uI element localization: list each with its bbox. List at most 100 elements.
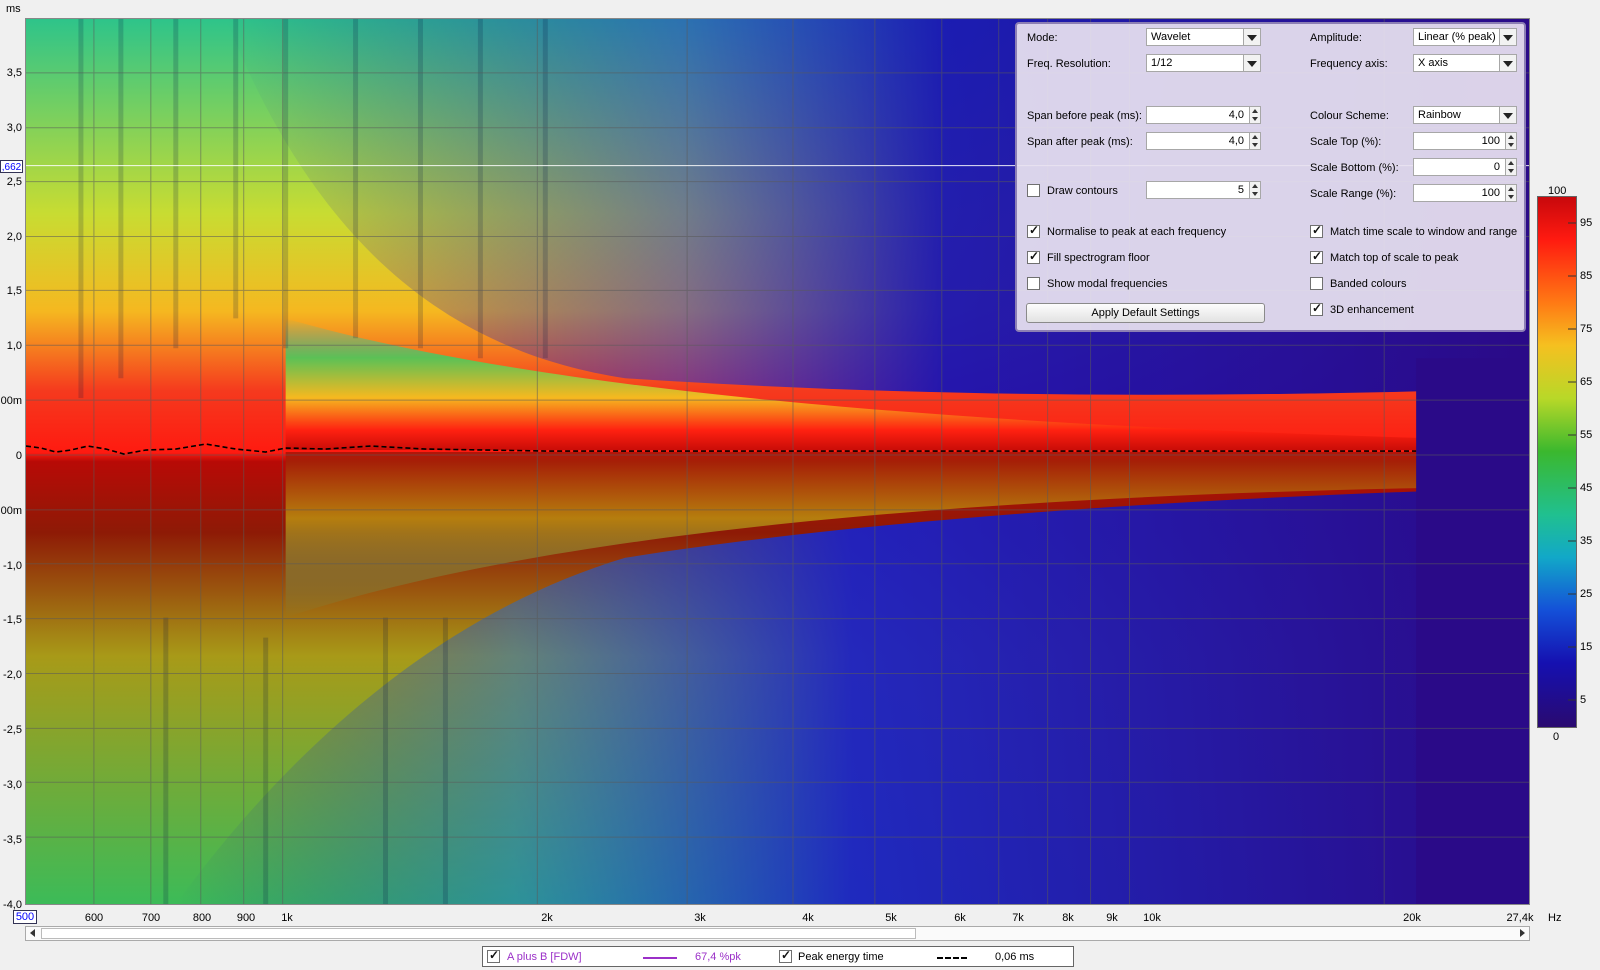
draw-contours-label: Draw contours	[1047, 185, 1118, 197]
span-after-input[interactable]: 4,0	[1146, 132, 1261, 150]
colorbar-tick: 25	[1580, 588, 1593, 600]
enhancement-checkbox[interactable]	[1310, 301, 1323, 316]
x-start-input[interactable]: 500	[13, 910, 37, 924]
y-unit-label: ms	[6, 3, 21, 15]
spinner-icon[interactable]	[1505, 185, 1516, 201]
colorbar-tick: 45	[1580, 482, 1593, 494]
scale-top-input[interactable]: 100	[1413, 132, 1517, 150]
x-tick-label: 600	[84, 912, 104, 924]
colorbar-tick: 65	[1580, 376, 1593, 388]
scrollbar-thumb[interactable]	[41, 928, 916, 939]
match-top-label: Match top of scale to peak	[1330, 252, 1459, 264]
freq-resolution-label: Freq. Resolution:	[1027, 58, 1111, 70]
colour-scheme-select[interactable]: Rainbow	[1413, 106, 1517, 124]
colorbar-tick: 75	[1580, 323, 1593, 335]
y-tick-label: 3,0	[6, 122, 22, 134]
modal-frequencies-checkbox[interactable]	[1027, 277, 1040, 290]
y-tick-label: -2,0	[3, 669, 22, 681]
colorbar-tick: 5	[1580, 694, 1587, 706]
colorbar-bottom-label: 0	[1553, 731, 1560, 743]
freq-resolution-select[interactable]: 1/12	[1146, 54, 1261, 72]
spinner-icon[interactable]	[1249, 107, 1260, 123]
chevron-down-icon[interactable]	[1243, 55, 1260, 71]
draw-contours-checkbox[interactable]	[1027, 184, 1040, 197]
chevron-down-icon[interactable]	[1499, 55, 1516, 71]
x-tick-label: 7k	[1012, 912, 1024, 924]
peak-energy-checkbox[interactable]	[779, 948, 792, 963]
chevron-down-icon[interactable]	[1499, 29, 1516, 45]
cursor-readout[interactable]: ,662	[0, 160, 23, 173]
mode-select[interactable]: Wavelet	[1146, 28, 1261, 46]
spinner-icon[interactable]	[1505, 159, 1516, 175]
x-tick-label: 1k	[281, 912, 293, 924]
x-tick-label: 3k	[694, 912, 706, 924]
y-tick-label: -1,0	[3, 560, 22, 572]
peak-energy-line-swatch	[937, 957, 967, 959]
banded-colours-label: Banded colours	[1330, 278, 1407, 290]
scroll-left-icon[interactable]	[30, 929, 35, 937]
y-tick-label: 3,5	[6, 67, 22, 79]
contours-count-input[interactable]: 5	[1146, 181, 1261, 199]
x-tick-label: 6k	[954, 912, 966, 924]
spectrogram-controls-panel: Mode: Wavelet Freq. Resolution: 1/12 Spa…	[1015, 22, 1526, 332]
amplitude-label: Amplitude:	[1310, 32, 1362, 44]
scale-bottom-input[interactable]: 0	[1413, 158, 1517, 176]
scale-top-label: Scale Top (%):	[1310, 136, 1382, 148]
x-tick-label: 10k	[1143, 912, 1161, 924]
x-tick-label: 27,4k	[1506, 912, 1534, 924]
colorbar-tick: 95	[1580, 217, 1593, 229]
y-tick-label: 00m	[0, 505, 22, 517]
fill-floor-checkbox[interactable]	[1027, 249, 1040, 264]
normalise-label: Normalise to peak at each frequency	[1047, 226, 1227, 238]
series-name: A plus B [FDW]	[507, 951, 582, 963]
normalise-checkbox[interactable]	[1027, 223, 1040, 238]
y-tick-label: -2,5	[3, 724, 22, 736]
x-tick-label: 8k	[1062, 912, 1074, 924]
y-tick-label: 1,5	[6, 285, 22, 297]
spinner-icon[interactable]	[1505, 133, 1516, 149]
horizontal-scrollbar[interactable]	[25, 926, 1530, 941]
x-unit-label: Hz	[1548, 912, 1562, 924]
amplitude-select[interactable]: Linear (% peak)	[1413, 28, 1517, 46]
x-tick-label: 5k	[885, 912, 897, 924]
span-before-input[interactable]: 4,0	[1146, 106, 1261, 124]
colorbar-tick: 15	[1580, 641, 1593, 653]
chevron-down-icon[interactable]	[1499, 107, 1516, 123]
series-line-swatch	[643, 957, 677, 959]
colorbar	[1537, 196, 1577, 728]
x-tick-label: 9k	[1106, 912, 1118, 924]
banded-colours-checkbox[interactable]	[1310, 277, 1323, 290]
apply-default-settings-button[interactable]: Apply Default Settings	[1026, 303, 1265, 323]
colorbar-tick: 35	[1580, 535, 1593, 547]
fill-floor-label: Fill spectrogram floor	[1047, 252, 1150, 264]
y-tick-label: 1,0	[6, 340, 22, 352]
match-time-label: Match time scale to window and range	[1330, 226, 1518, 238]
match-top-checkbox[interactable]	[1310, 249, 1323, 264]
x-tick-label: 2k	[541, 912, 553, 924]
colour-scheme-label: Colour Scheme:	[1310, 110, 1389, 122]
chevron-down-icon[interactable]	[1243, 29, 1260, 45]
mode-label: Mode:	[1027, 32, 1058, 44]
scale-range-input[interactable]: 100	[1413, 184, 1517, 202]
enhancement-label: 3D enhancement	[1330, 304, 1414, 316]
y-tick-label: 0	[15, 450, 22, 462]
x-tick-label: 700	[141, 912, 161, 924]
spinner-icon[interactable]	[1249, 133, 1260, 149]
frequency-axis-select[interactable]: X axis	[1413, 54, 1517, 72]
y-tick-label: 2,5	[6, 176, 22, 188]
span-after-label: Span after peak (ms):	[1027, 136, 1133, 148]
y-tick-label: 2,0	[6, 231, 22, 243]
scale-bottom-label: Scale Bottom (%):	[1310, 162, 1399, 174]
span-before-label: Span before peak (ms):	[1027, 110, 1142, 122]
y-tick-label: -1,5	[3, 614, 22, 626]
colorbar-tick: 85	[1580, 270, 1593, 282]
y-tick-label: 00m	[0, 395, 22, 407]
modal-frequencies-label: Show modal frequencies	[1047, 278, 1168, 290]
series-visibility-checkbox[interactable]	[487, 948, 500, 963]
x-tick-label: 800	[192, 912, 212, 924]
spinner-icon[interactable]	[1249, 182, 1260, 198]
match-time-checkbox[interactable]	[1310, 223, 1323, 238]
scroll-right-icon[interactable]	[1520, 929, 1525, 937]
peak-energy-value: 0,06 ms	[995, 951, 1035, 963]
frequency-axis-label: Frequency axis:	[1310, 58, 1388, 70]
